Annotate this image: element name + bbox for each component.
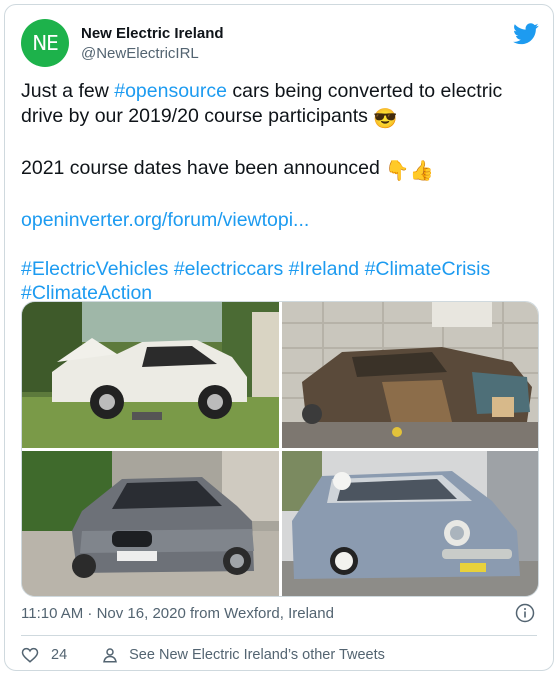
person-icon	[103, 648, 118, 663]
tweet-text: Just a few #opensource cars being conver…	[21, 79, 521, 306]
hashtags-line[interactable]: #ElectricVehicles #electriccars #Ireland…	[21, 258, 490, 280]
photo-blue-figaro[interactable]	[282, 451, 538, 596]
heart-icon[interactable]	[21, 646, 39, 664]
tweet-timestamp[interactable]: 11:10 AM · Nov 16, 2020 from Wexford, Ir…	[21, 605, 334, 622]
avatar-text: NE	[32, 31, 59, 55]
photo-grey-bmw[interactable]	[22, 451, 279, 596]
hashtag-opensource[interactable]: #opensource	[114, 80, 227, 102]
author-handle[interactable]: @NewElectricIRL	[81, 45, 199, 62]
tweet-card[interactable]: NE New Electric Ireland @NewElectricIRL …	[4, 4, 554, 671]
cool-emoji: 😎	[373, 107, 398, 130]
photo-white-classic-car[interactable]	[22, 302, 279, 448]
info-icon[interactable]	[515, 603, 535, 623]
media-grid	[21, 301, 539, 597]
tweet-text-part: 2021 course dates have been announced	[21, 156, 386, 179]
forum-link[interactable]: openinverter.org/forum/viewtopi...	[21, 209, 309, 231]
tweet-text-part: Just a few	[21, 80, 115, 102]
photo-workshop-rusty-car[interactable]	[282, 302, 538, 448]
like-count[interactable]: 24	[51, 647, 67, 663]
tweet-header: NE New Electric Ireland @NewElectricIRL	[21, 19, 539, 67]
point-thumbs-emoji: 👇👍	[385, 159, 434, 182]
see-other-tweets-link[interactable]: See New Electric Ireland’s other Tweets	[129, 647, 385, 663]
avatar[interactable]: NE	[21, 19, 69, 67]
author-name[interactable]: New Electric Ireland	[81, 25, 224, 42]
twitter-bird-icon[interactable]	[513, 23, 539, 45]
divider	[21, 635, 537, 636]
tweet-actions: 24 See New Electric Ireland’s other Twee…	[21, 643, 385, 667]
